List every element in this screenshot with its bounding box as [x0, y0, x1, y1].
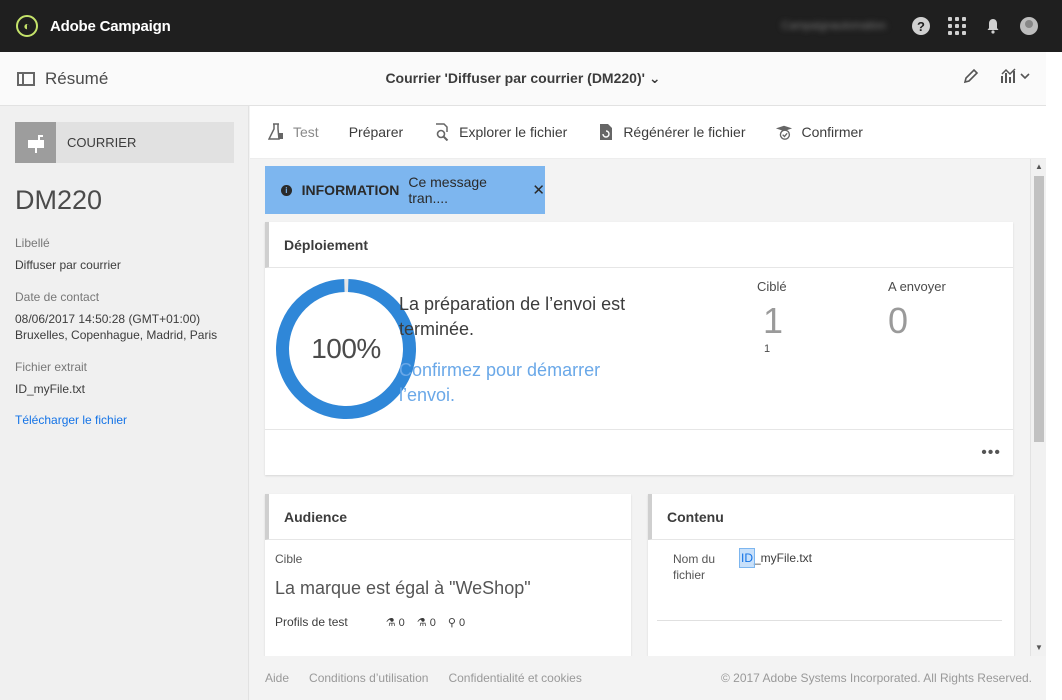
deployment-card: Déploiement 100% La préparation de l’env…: [265, 222, 1013, 475]
sub-header: Résumé Courrier 'Diffuser par courrier (…: [0, 52, 1046, 106]
document-title: Courrier 'Diffuser par courrier (DM220)': [385, 70, 645, 86]
test-profile-counts: ⚗ 0 ⚗ 0 ⚲ 0: [386, 616, 465, 629]
flask-icon: [267, 123, 285, 141]
chevron-down-icon: ⌄: [648, 70, 661, 86]
delivery-code: DM220: [15, 185, 103, 215]
target-label: Cible: [275, 552, 303, 566]
window-edge: [1046, 52, 1062, 700]
information-toast[interactable]: i INFORMATION Ce message tran.... ✕: [265, 166, 545, 214]
extracted-file-title: Fichier extrait: [15, 360, 88, 374]
audience-card: Audience Cible La marque est égal à "WeS…: [265, 494, 631, 656]
targeted-label: Ciblé: [757, 279, 787, 294]
apps-grid-icon[interactable]: [948, 17, 966, 35]
summary-label: Résumé: [45, 68, 109, 88]
panel-icon: [17, 71, 35, 86]
targeted-count: 1: [763, 300, 784, 341]
user-name[interactable]: Campaignautomation: [781, 20, 886, 32]
contact-date-timezone: Bruxelles, Copenhague, Madrid, Paris: [15, 328, 218, 342]
confirm-button[interactable]: Confirmer: [775, 123, 863, 141]
mailbox-icon: [15, 122, 56, 163]
more-options-icon[interactable]: •••: [981, 444, 1001, 462]
bell-icon[interactable]: [984, 17, 1002, 35]
regenerate-file-label: Régénérer le fichier: [623, 124, 746, 140]
seed-count-value: 0: [429, 616, 436, 629]
main-scrollbar[interactable]: ▲ ▼: [1030, 159, 1046, 656]
proof-count: ⚲ 0: [448, 616, 465, 629]
file-name-value[interactable]: ID_myFile.txt: [739, 548, 813, 568]
scroll-up-icon[interactable]: ▲: [1034, 162, 1044, 171]
download-file-link[interactable]: Télécharger le fichier: [15, 413, 127, 427]
info-message: Ce message tran....: [408, 174, 487, 206]
delivery-type-label: COURRIER: [67, 135, 137, 150]
prepare-button[interactable]: Préparer: [349, 124, 403, 140]
file-search-icon: [433, 123, 451, 141]
content-card: Contenu Nom du fichier ID_myFile.txt: [648, 494, 1014, 656]
page-title: Courrier 'Diffuser par courrier (DM220)'…: [0, 70, 1046, 87]
extracted-file-value: ID_myFile.txt: [15, 382, 86, 396]
audience-title: Audience: [265, 494, 631, 540]
edit-pencil-icon[interactable]: [962, 67, 980, 90]
avatar[interactable]: [1020, 17, 1038, 35]
summary-toggle[interactable]: Résumé: [17, 69, 108, 89]
regenerate-file-button[interactable]: Régénérer le fichier: [597, 123, 745, 141]
deployment-title: Déploiement: [265, 222, 1013, 268]
copyright: © 2017 Adobe Systems Incorporated. All R…: [720, 671, 1032, 685]
top-bar: ◐ Adobe Campaign Campaignautomation ?: [0, 0, 1062, 52]
info-icon: i: [281, 184, 292, 196]
flask-count-value: 0: [398, 616, 405, 629]
label-field-value: Diffuser par courrier: [15, 258, 121, 272]
terms-link[interactable]: Conditions d’utilisation: [309, 671, 428, 685]
test-button[interactable]: Test: [267, 123, 319, 141]
file-name-rest: _myFile.txt: [754, 551, 813, 565]
test-profiles: Profils de test ⚗ 0 ⚗ 0 ⚲ 0: [275, 615, 465, 629]
to-send-label: A envoyer: [888, 279, 946, 294]
header-tools: [962, 67, 1032, 90]
close-icon[interactable]: ✕: [532, 181, 545, 199]
confirm-icon: [775, 123, 793, 141]
scroll-thumb[interactable]: [1034, 176, 1044, 442]
prepare-label: Préparer: [348, 124, 404, 140]
scroll-down-icon[interactable]: ▼: [1034, 643, 1044, 652]
deployment-status-message: La préparation de l’envoi est terminée.: [399, 294, 626, 339]
reports-chart-icon[interactable]: [1000, 67, 1032, 90]
target-query[interactable]: La marque est égal à "WeShop": [275, 578, 531, 599]
flask-count: ⚗ 0: [386, 616, 405, 629]
confirm-label: Confirmer: [801, 124, 863, 140]
proof-count-value: 0: [458, 616, 466, 629]
help-link[interactable]: Aide: [265, 671, 289, 685]
summary-panel: COURRIER DM220 Libellé Diffuser par cour…: [0, 106, 249, 700]
content-title: Contenu: [648, 494, 1014, 540]
progress-percent: 100%: [311, 333, 381, 364]
main-content: i INFORMATION Ce message tran.... ✕ Dépl…: [250, 159, 1030, 656]
explore-file-button[interactable]: Explorer le fichier: [433, 123, 567, 141]
file-name-prefix: ID: [739, 548, 755, 568]
file-name-label: Nom du fichier: [673, 552, 716, 582]
app-title[interactable]: Adobe Campaign: [50, 18, 171, 35]
info-title: INFORMATION: [301, 182, 400, 198]
privacy-link[interactable]: Confidentialité et cookies: [448, 671, 581, 685]
flask-icon: ⚗: [385, 616, 396, 629]
document-title-dropdown[interactable]: Courrier 'Diffuser par courrier (DM220)'…: [385, 70, 660, 86]
targeted-subcount: 1: [764, 343, 771, 355]
adobe-campaign-logo-icon[interactable]: ◐: [16, 15, 38, 37]
to-send-count: 0: [888, 300, 909, 341]
seed-profile-icon: ⚗: [416, 616, 427, 629]
file-refresh-icon: [597, 123, 615, 141]
confirm-to-start-link[interactable]: Confirmez pour démarrer l’envoi.: [399, 358, 619, 408]
test-label: Test: [293, 124, 319, 140]
delivery-type-badge: COURRIER: [15, 122, 234, 163]
action-bar: Test Préparer Explorer le fichier Régéné…: [250, 106, 1046, 159]
contact-date-value: 08/06/2017 14:50:28 (GMT+01:00): [15, 312, 201, 326]
seed-count: ⚗ 0: [417, 616, 436, 629]
pin-icon: ⚲: [447, 616, 456, 629]
divider: [657, 620, 1002, 621]
explore-file-label: Explorer le fichier: [459, 124, 568, 140]
label-field-title: Libellé: [15, 236, 50, 250]
test-profiles-label: Profils de test: [275, 615, 348, 629]
footer: Aide Conditions d’utilisation Confidenti…: [250, 656, 1046, 700]
help-icon[interactable]: ?: [912, 17, 930, 35]
top-right-controls: Campaignautomation ?: [781, 0, 1038, 52]
contact-date-title: Date de contact: [15, 290, 100, 304]
deployment-footer: •••: [265, 429, 1013, 475]
